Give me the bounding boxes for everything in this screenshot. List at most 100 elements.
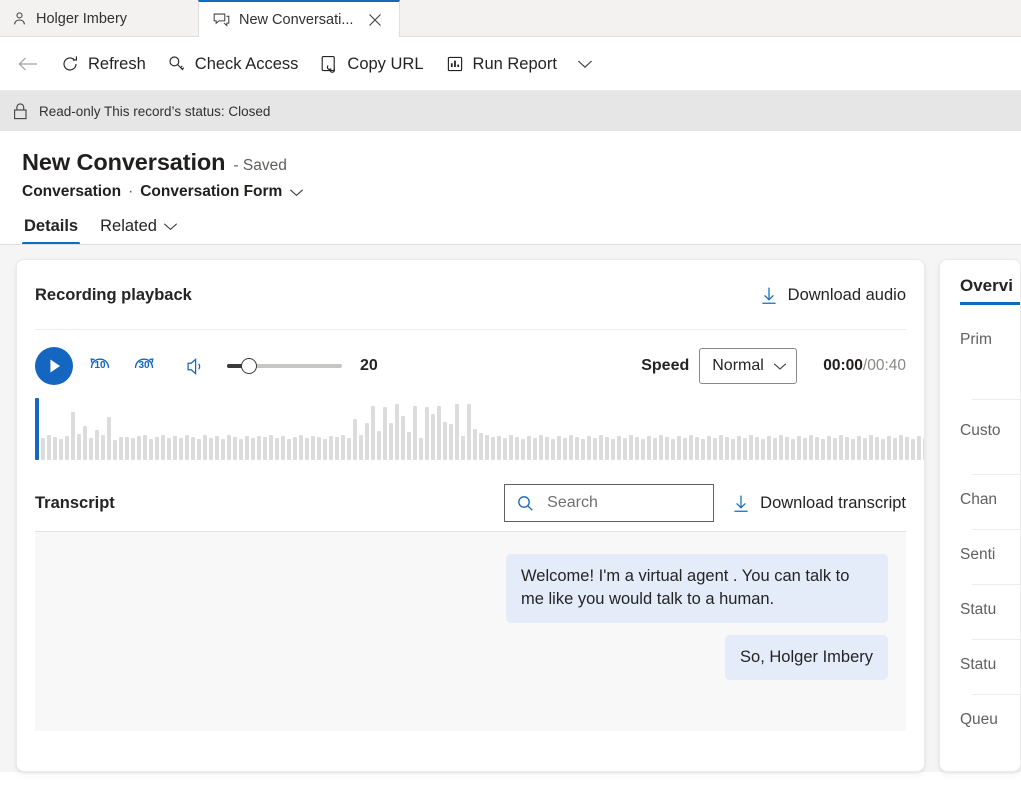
tab-overview[interactable]: Overvi: [960, 276, 1020, 305]
page-title: New Conversation: [22, 149, 226, 175]
waveform-bar: [665, 437, 669, 460]
waveform-bar: [119, 437, 123, 460]
copy-url-button[interactable]: Copy URL: [309, 43, 434, 85]
waveform-bar: [149, 439, 153, 460]
waveform-bar: [737, 436, 741, 460]
waveform-bar: [743, 438, 747, 460]
tab-details[interactable]: Details: [22, 217, 81, 245]
waveform-bar: [905, 437, 909, 460]
volume-slider[interactable]: [227, 358, 342, 374]
transcript-search[interactable]: [504, 484, 715, 522]
chevron-down-icon[interactable]: [289, 188, 304, 197]
audio-waveform[interactable]: [35, 398, 924, 460]
waveform-bar: [497, 436, 501, 460]
waveform-bar: [263, 437, 267, 460]
waveform-bar: [77, 434, 81, 460]
waveform-bar: [821, 439, 825, 460]
waveform-bar: [467, 404, 471, 460]
download-icon: [732, 494, 750, 513]
back-arrow-icon[interactable]: [6, 42, 50, 86]
waveform-bar: [521, 439, 525, 460]
download-audio-button[interactable]: Download audio: [760, 286, 906, 305]
waveform-bar: [611, 439, 615, 460]
volume-slider-thumb[interactable]: [241, 358, 257, 374]
waveform-bar: [233, 437, 237, 460]
waveform-bar: [623, 438, 627, 460]
waveform-bar: [305, 438, 309, 460]
speed-label: Speed: [641, 357, 690, 374]
search-input[interactable]: [545, 493, 702, 513]
tab-related-group[interactable]: Related: [88, 217, 180, 245]
speed-select[interactable]: Normal: [699, 348, 798, 384]
waveform-bar: [485, 435, 489, 460]
waveform-bar: [893, 438, 897, 460]
waveform-bar: [839, 435, 843, 460]
refresh-button[interactable]: Refresh: [50, 43, 157, 85]
waveform-bar: [707, 436, 711, 460]
breadcrumb-form[interactable]: Conversation Form: [140, 183, 282, 201]
run-report-button[interactable]: Run Report: [435, 43, 568, 85]
form-body: Recording playback Download audio 10 30 …: [0, 245, 1021, 772]
waveform-bar: [701, 439, 705, 460]
waveform-bar: [899, 435, 903, 460]
waveform-bar: [791, 439, 795, 460]
waveform-bar: [923, 438, 924, 460]
volume-button[interactable]: [179, 349, 213, 383]
waveform-bar: [191, 437, 195, 460]
waveform-bar: [161, 435, 165, 460]
waveform-bar: [617, 436, 621, 460]
waveform-bar: [641, 439, 645, 460]
chevron-down-icon[interactable]: [568, 43, 602, 85]
close-icon[interactable]: [365, 10, 385, 30]
field-sentiment: Senti: [960, 546, 996, 563]
field-status-reason: Statu: [960, 656, 997, 673]
chevron-down-icon: [773, 362, 787, 371]
refresh-icon: [61, 55, 79, 73]
audio-player-controls: 10 30 20 Speed Normal 00:00/00:40: [17, 330, 924, 388]
chevron-down-icon[interactable]: [163, 222, 178, 231]
play-button[interactable]: [35, 347, 73, 385]
download-audio-label: Download audio: [787, 285, 906, 304]
recording-playback-card: Recording playback Download audio 10 30 …: [16, 259, 925, 772]
overview-tabs: Overvi: [940, 260, 1020, 305]
waveform-bar: [155, 437, 159, 460]
waveform-bar: [575, 437, 579, 460]
waveform-bar: [353, 419, 357, 460]
waveform-bar: [593, 438, 597, 460]
waveform-bar: [431, 414, 435, 460]
waveform-bar: [245, 436, 249, 460]
readonly-notification: Read-only This record’s status: Closed: [0, 91, 1021, 131]
waveform-bar: [605, 437, 609, 460]
check-access-button[interactable]: Check Access: [157, 43, 310, 85]
waveform-bar: [563, 438, 567, 460]
download-icon: [760, 286, 778, 305]
forward-30-button[interactable]: 30: [127, 349, 161, 383]
waveform-bar: [239, 439, 243, 460]
waveform-bar: [689, 435, 693, 460]
waveform-bar: [221, 439, 225, 460]
waveform-bar: [911, 439, 915, 460]
waveform-bar: [215, 436, 219, 460]
waveform-bar: [341, 435, 345, 460]
waveform-bar: [749, 435, 753, 460]
field-customer: Custo: [960, 422, 1001, 439]
saved-state: - Saved: [233, 157, 287, 174]
waveform-bar: [437, 406, 441, 460]
waveform-bar: [551, 439, 555, 460]
app-tab-conversation[interactable]: New Conversati...: [198, 0, 400, 37]
download-transcript-button[interactable]: Download transcript: [732, 494, 906, 513]
waveform-bar: [335, 437, 339, 460]
waveform-playhead[interactable]: [35, 398, 39, 460]
waveform-bar: [287, 439, 291, 460]
transcript-messages[interactable]: Welcome! I'm a virtual agent . You can t…: [35, 531, 906, 731]
rewind-10-button[interactable]: 10: [83, 349, 117, 383]
waveform-bar: [725, 437, 729, 460]
waveform-bar: [131, 438, 135, 460]
transcript-header: Transcript Download transcript: [17, 475, 924, 531]
waveform-bar: [461, 436, 465, 460]
waveform-bar: [875, 437, 879, 460]
app-tab-user[interactable]: Holger Imbery: [0, 0, 198, 37]
waveform-bar: [281, 436, 285, 460]
waveform-bar: [659, 435, 663, 460]
waveform-bar: [185, 435, 189, 460]
